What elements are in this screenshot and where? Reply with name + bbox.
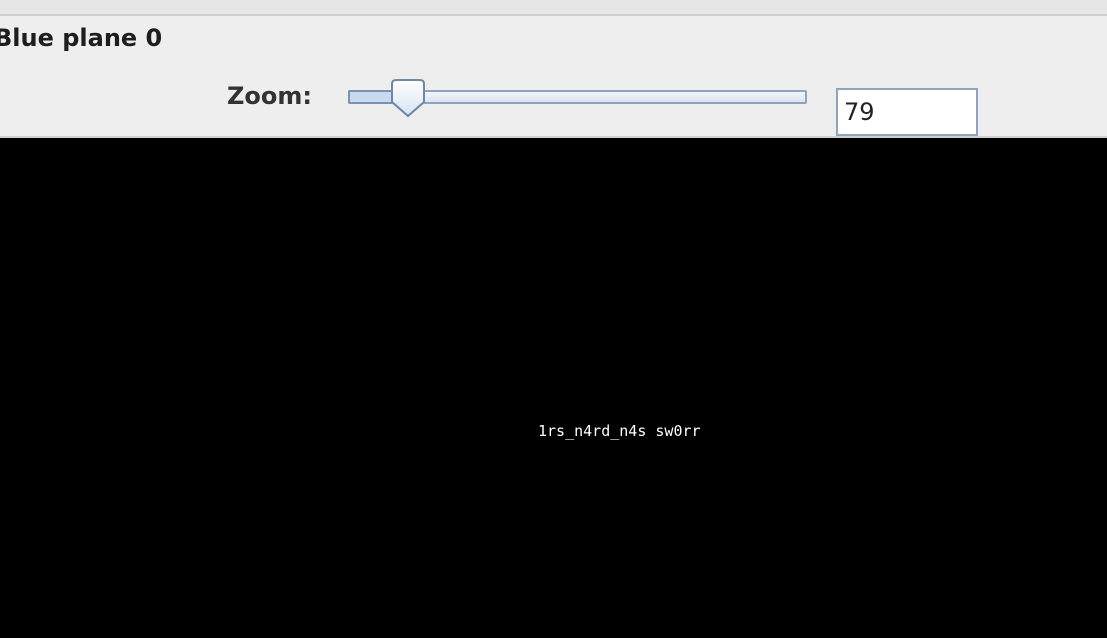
plane-title: Blue plane 0 xyxy=(0,24,163,52)
control-panel: Blue plane 0 Zoom: xyxy=(0,16,1107,138)
zoom-slider-thumb[interactable] xyxy=(388,76,428,120)
slider-thumb-icon xyxy=(391,79,425,118)
canvas-text: 1rs_n4rd_n4s sw0rr xyxy=(538,422,701,440)
title-bar xyxy=(0,0,1107,16)
zoom-label: Zoom: xyxy=(227,82,312,110)
image-canvas[interactable]: 1rs_n4rd_n4s sw0rr xyxy=(0,138,1107,638)
zoom-slider[interactable] xyxy=(340,76,815,120)
image-viewer-window: Blue plane 0 Zoom: 1rs_n4rd_n4s xyxy=(0,0,1107,638)
zoom-value-field[interactable] xyxy=(836,88,978,136)
